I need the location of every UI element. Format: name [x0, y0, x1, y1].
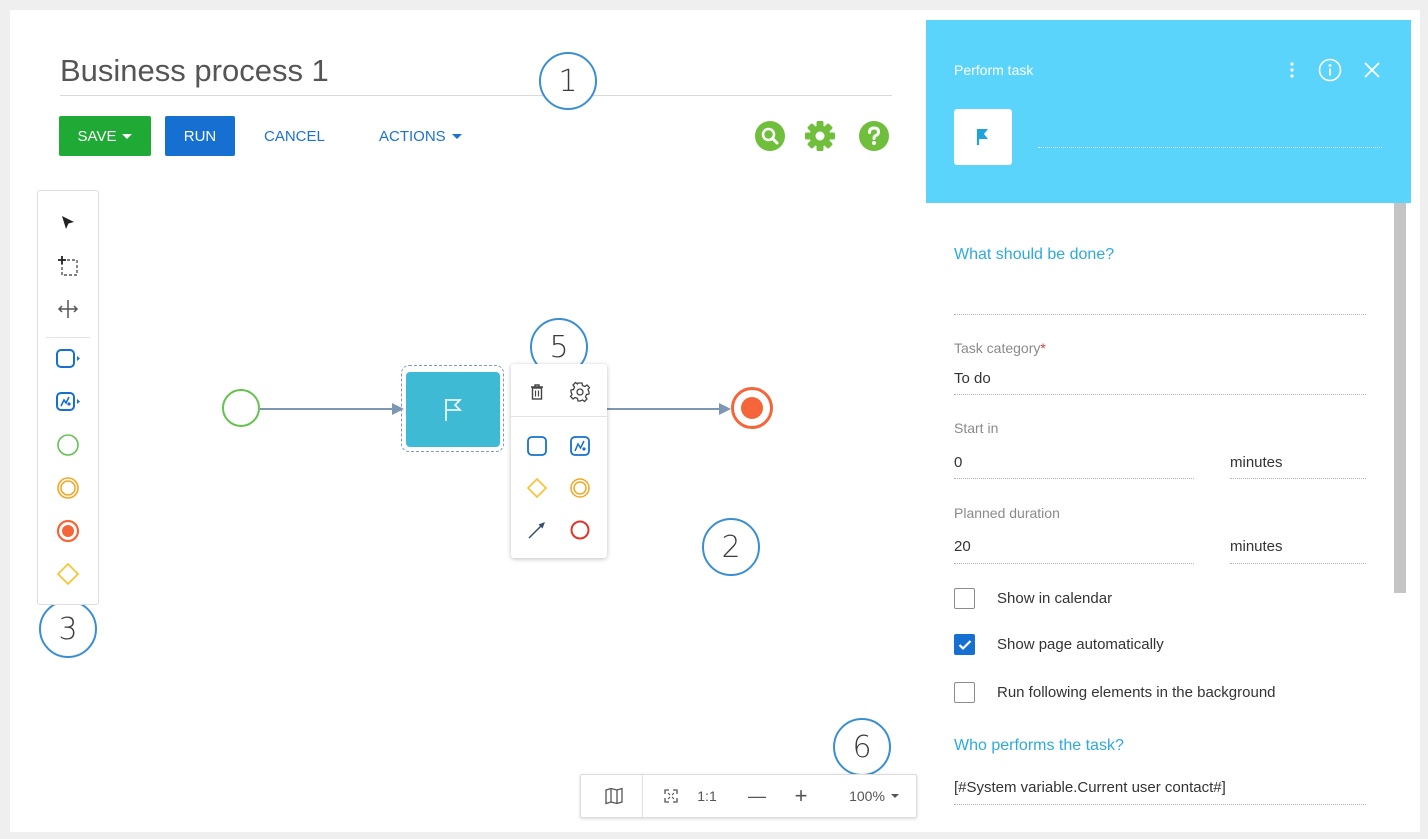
menu-divider [511, 416, 607, 417]
element-palette [37, 190, 99, 605]
show-calendar-label: Show in calendar [997, 590, 1113, 607]
lasso-icon[interactable] [38, 246, 98, 286]
space-tool-icon[interactable] [38, 289, 98, 329]
search-icon[interactable] [754, 120, 786, 152]
chevron-down-icon [890, 794, 899, 798]
save-button-label: SAVE [77, 127, 117, 145]
run-background-label: Run following elements in the background [997, 684, 1276, 701]
close-icon[interactable] [1360, 58, 1384, 82]
show-page-checkbox[interactable] [954, 634, 975, 655]
task-category-label: Task category* [954, 340, 1046, 356]
arrow-icon [719, 403, 731, 415]
fit-screen-icon[interactable] [658, 775, 684, 817]
page-title: Business process 1 [60, 53, 329, 88]
help-icon[interactable] [858, 120, 890, 152]
panel-title: Perform task [954, 62, 1034, 78]
save-button[interactable]: SAVE [59, 116, 151, 156]
start-event-icon[interactable] [38, 425, 98, 465]
flag-icon [445, 398, 462, 421]
start-in-input[interactable] [954, 478, 1194, 479]
run-button[interactable]: RUN [165, 116, 235, 156]
zoom-level-dropdown[interactable]: 100% [838, 775, 910, 817]
zoom-out-button[interactable]: — [742, 775, 772, 817]
cancel-button[interactable]: CANCEL [264, 116, 325, 156]
actions-button[interactable]: ACTIONS [379, 116, 462, 156]
start-in-unit-select[interactable] [1230, 478, 1366, 479]
what-field-input[interactable] [954, 314, 1366, 315]
what-section-heading: What should be done? [954, 246, 1115, 263]
subprocess-icon[interactable] [38, 382, 98, 422]
duration-label: Planned duration [954, 505, 1060, 521]
task-category-label-text: Task category [954, 340, 1041, 356]
show-calendar-checkbox[interactable] [954, 588, 975, 609]
info-icon[interactable] [1318, 58, 1342, 82]
callout-1: 1 [539, 52, 597, 110]
subprocess-icon[interactable] [564, 430, 596, 462]
chevron-down-icon [451, 133, 462, 139]
who-section-heading: Who performs the task? [954, 737, 1124, 754]
actual-size-button[interactable]: 1:1 [690, 775, 724, 817]
required-mark: * [1040, 340, 1046, 356]
connector-icon[interactable] [521, 514, 553, 546]
perform-task-element[interactable] [406, 372, 500, 447]
duration-value: 20 [954, 538, 971, 555]
start-event[interactable] [222, 389, 260, 427]
minimap-icon[interactable] [594, 775, 634, 817]
zoom-in-button[interactable]: + [786, 775, 816, 817]
duration-input[interactable] [954, 563, 1194, 564]
end-event[interactable] [731, 387, 773, 429]
element-context-menu [511, 364, 607, 558]
zoom-level-value: 100% [849, 788, 885, 804]
start-in-value: 0 [954, 454, 963, 471]
delete-icon[interactable] [521, 376, 553, 408]
sequence-flow[interactable] [260, 408, 396, 410]
end-event-icon[interactable] [38, 511, 98, 551]
pointer-icon[interactable] [38, 203, 98, 243]
cancel-button-label: CANCEL [264, 127, 325, 145]
checkmark-icon [958, 639, 971, 650]
run-background-checkbox[interactable] [954, 682, 975, 703]
gateway-icon[interactable] [521, 472, 553, 504]
start-in-unit: minutes [1230, 454, 1283, 471]
task-icon[interactable] [38, 339, 98, 379]
who-field-input[interactable] [954, 804, 1366, 805]
task-icon[interactable] [521, 430, 553, 462]
panel-header: Perform task [926, 20, 1411, 203]
show-page-label: Show page automatically [997, 636, 1164, 653]
actions-button-label: ACTIONS [379, 127, 446, 145]
end-event-icon[interactable] [564, 514, 596, 546]
zoom-divider [642, 775, 643, 817]
gear-icon[interactable] [804, 120, 836, 152]
end-event-dot [741, 397, 763, 419]
chevron-down-icon [122, 133, 133, 139]
settings-icon[interactable] [564, 376, 596, 408]
run-button-label: RUN [183, 127, 217, 145]
gateway-icon[interactable] [38, 554, 98, 594]
panel-scrollbar[interactable] [1394, 203, 1406, 593]
element-type-icon [954, 109, 1012, 165]
sequence-flow[interactable] [607, 408, 721, 410]
element-settings-panel: Perform task [926, 20, 1411, 832]
more-options-icon[interactable] [1280, 58, 1304, 82]
element-caption-input[interactable] [1038, 147, 1382, 148]
palette-divider [46, 337, 90, 338]
callout-3: 3 [39, 600, 97, 658]
duration-unit: minutes [1230, 538, 1283, 555]
start-in-label: Start in [954, 420, 999, 436]
task-category-value: To do [954, 370, 991, 387]
task-category-field[interactable] [954, 394, 1366, 395]
flag-icon [976, 129, 988, 145]
callout-2: 2 [702, 518, 760, 576]
process-title-field[interactable]: Business process 1 [60, 50, 892, 96]
who-field-value: [#System variable.Current user contact#] [954, 779, 1226, 796]
duration-unit-select[interactable] [1230, 563, 1366, 564]
callout-6: 6 [833, 718, 891, 776]
intermediate-event-icon[interactable] [38, 468, 98, 508]
intermediate-event-icon[interactable] [564, 472, 596, 504]
